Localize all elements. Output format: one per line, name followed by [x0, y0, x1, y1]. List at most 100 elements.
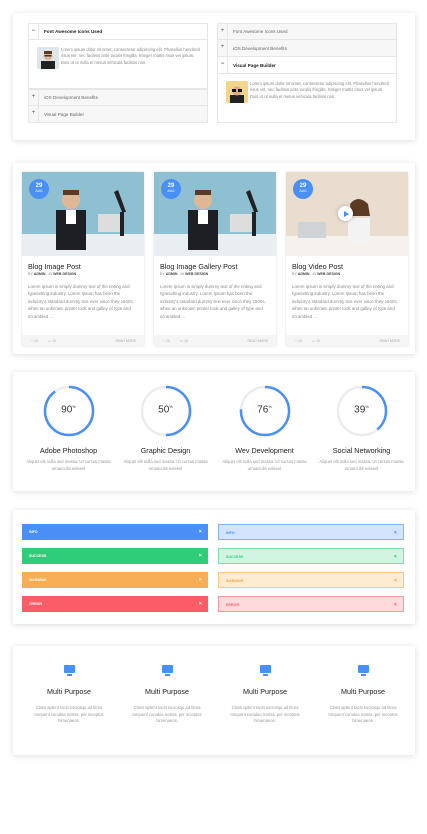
- like-count[interactable]: ♡ 10: [162, 339, 170, 343]
- stat-item: 39% Social Networking Aliquet elit nulla…: [314, 385, 409, 472]
- stat-desc: Aliquet elit nulla sed massa. Ut cursus …: [26, 459, 111, 471]
- accordion-right: + Font Awesome Icons Used + iOS Developm…: [217, 23, 397, 123]
- feature-item: Multi Purpose Class aptent taciti socios…: [121, 665, 213, 725]
- meta-in: IN: [48, 272, 53, 276]
- comment-count[interactable]: ▭ 10: [180, 339, 188, 343]
- plus-icon: +: [29, 106, 39, 122]
- like-count[interactable]: ♡ 10: [30, 339, 38, 343]
- stats-section: 90% Adobe Photoshop Aliquet elit nulla s…: [13, 372, 415, 491]
- accordion-header-open[interactable]: − Visual Page Builder: [217, 57, 397, 74]
- post-category[interactable]: WEB DESIGN: [317, 272, 340, 276]
- accordion-title: iOS Development Benefits: [44, 95, 98, 100]
- post-image: 29 AUG: [22, 172, 144, 256]
- progress-ring: 50%: [140, 385, 192, 437]
- meta-by: BY: [160, 272, 165, 276]
- alert-text: ERROR: [29, 602, 42, 606]
- post-meta: BY ADMIN IN WEB DESIGN: [28, 272, 76, 276]
- close-icon[interactable]: ×: [199, 548, 202, 564]
- feature-item: Multi Purpose Class aptent taciti socios…: [317, 665, 409, 725]
- stat-number: 76: [257, 404, 269, 416]
- like-number: 10: [297, 339, 302, 343]
- like-count[interactable]: ♡ 10: [294, 339, 302, 343]
- close-icon[interactable]: ×: [199, 572, 202, 588]
- meta-by: BY: [292, 272, 297, 276]
- blog-card[interactable]: 29 AUG Blog Video Post BY ADMIN IN WEB DE…: [286, 172, 408, 346]
- alert-text: ERROR: [226, 603, 239, 607]
- stat-item: 76% Wev Development Aliquet elit nulla s…: [217, 385, 312, 472]
- stat-label: Social Networking: [332, 446, 391, 455]
- play-icon[interactable]: [338, 206, 353, 221]
- accordion-header[interactable]: + iOS Development Benefits: [217, 40, 397, 57]
- meta-in: IN: [312, 272, 317, 276]
- post-footer: ♡ 10 ▭ 10 READ MORE: [286, 335, 408, 346]
- feature-title: Multi Purpose: [341, 687, 385, 696]
- stat-number: 90: [61, 404, 73, 416]
- minus-icon: −: [218, 57, 228, 73]
- plus-icon: +: [218, 24, 228, 39]
- stat-value: 76%: [239, 404, 291, 415]
- comment-number: 10: [316, 339, 320, 343]
- blog-card[interactable]: 29 AUG Blog Image Post BY ADMIN IN WEB DE…: [22, 172, 144, 346]
- read-more-link[interactable]: READ MORE: [379, 339, 400, 343]
- blog-card[interactable]: 29 AUG Blog Image Gallery Post BY ADMIN I…: [154, 172, 276, 346]
- feature-desc: Class aptent taciti sociosqu ad litora t…: [328, 705, 398, 724]
- stat-value: 39%: [336, 404, 388, 415]
- accordion-header-open[interactable]: − Font Awesome Icons Used: [28, 23, 208, 40]
- alert-info: INFO ×: [22, 524, 208, 540]
- post-category[interactable]: WEB DESIGN: [185, 272, 208, 276]
- post-author[interactable]: ADMIN: [298, 272, 310, 276]
- post-author[interactable]: ADMIN: [166, 272, 178, 276]
- monitor-icon: [161, 665, 173, 676]
- percent-sign: %: [72, 404, 76, 409]
- stat-desc: Aliquet elit nulla sed massa. Ut cursus …: [319, 459, 404, 471]
- stat-desc: Aliquet elit nulla sed massa. Ut cursus …: [222, 459, 307, 471]
- alert-text: WARNING: [29, 578, 47, 582]
- comment-count[interactable]: ▭ 10: [312, 339, 320, 343]
- monitor-icon: [259, 665, 271, 676]
- stat-label: Wev Development: [235, 446, 294, 455]
- read-more-link[interactable]: READ MORE: [115, 339, 136, 343]
- alert-text: WARNING: [226, 579, 244, 583]
- stat-value: 90%: [43, 404, 95, 415]
- like-number: 10: [165, 339, 170, 343]
- post-title[interactable]: Blog Image Post: [28, 262, 81, 271]
- alert-info-light: INFO ×: [218, 524, 404, 540]
- accordion-header[interactable]: + Visual Page Builder: [28, 106, 208, 123]
- accordion-header[interactable]: + Font Awesome Icons Used: [217, 23, 397, 40]
- read-more-link[interactable]: READ MORE: [247, 339, 268, 343]
- post-author[interactable]: ADMIN: [34, 272, 46, 276]
- accordion-left: − Font Awesome Icons Used Lorem ipsum do…: [28, 23, 208, 123]
- alert-text: SUCCESS: [29, 554, 47, 558]
- monitor-icon: [357, 665, 369, 676]
- post-title[interactable]: Blog Image Gallery Post: [160, 262, 238, 271]
- avatar: [226, 81, 248, 103]
- post-excerpt: Lorem Ipsum is simply dummy text of the …: [292, 284, 398, 319]
- comment-count[interactable]: ▭ 10: [48, 339, 56, 343]
- meta-in: IN: [180, 272, 185, 276]
- like-number: 10: [33, 339, 38, 343]
- post-meta: BY ADMIN IN WEB DESIGN: [292, 272, 340, 276]
- close-icon[interactable]: ×: [394, 549, 397, 565]
- feature-title: Multi Purpose: [243, 687, 287, 696]
- close-icon[interactable]: ×: [199, 524, 202, 540]
- post-title[interactable]: Blog Video Post: [292, 262, 343, 271]
- post-image: 29 AUG: [286, 172, 408, 256]
- post-category[interactable]: WEB DESIGN: [53, 272, 76, 276]
- close-icon[interactable]: ×: [394, 573, 397, 589]
- date-badge: 29 AUG: [293, 179, 313, 199]
- accordion-header[interactable]: + iOS Development Benefits: [28, 89, 208, 106]
- accordion-title: Font Awesome Icons Used: [44, 29, 103, 34]
- alert-text: SUCCESS: [226, 555, 244, 559]
- date-month: AUG: [167, 189, 175, 193]
- progress-ring: 39%: [336, 385, 388, 437]
- plus-icon: +: [29, 90, 39, 105]
- close-icon[interactable]: ×: [199, 596, 202, 612]
- close-icon[interactable]: ×: [394, 597, 397, 613]
- comment-number: 10: [52, 339, 56, 343]
- post-excerpt: Lorem Ipsum is simply dummy text of the …: [160, 284, 266, 319]
- post-image: 29 AUG: [154, 172, 276, 256]
- feature-title: Multi Purpose: [47, 687, 91, 696]
- blog-section: 29 AUG Blog Image Post BY ADMIN IN WEB DE…: [13, 163, 415, 354]
- close-icon[interactable]: ×: [394, 525, 397, 541]
- accordion-section: − Font Awesome Icons Used Lorem ipsum do…: [13, 13, 415, 140]
